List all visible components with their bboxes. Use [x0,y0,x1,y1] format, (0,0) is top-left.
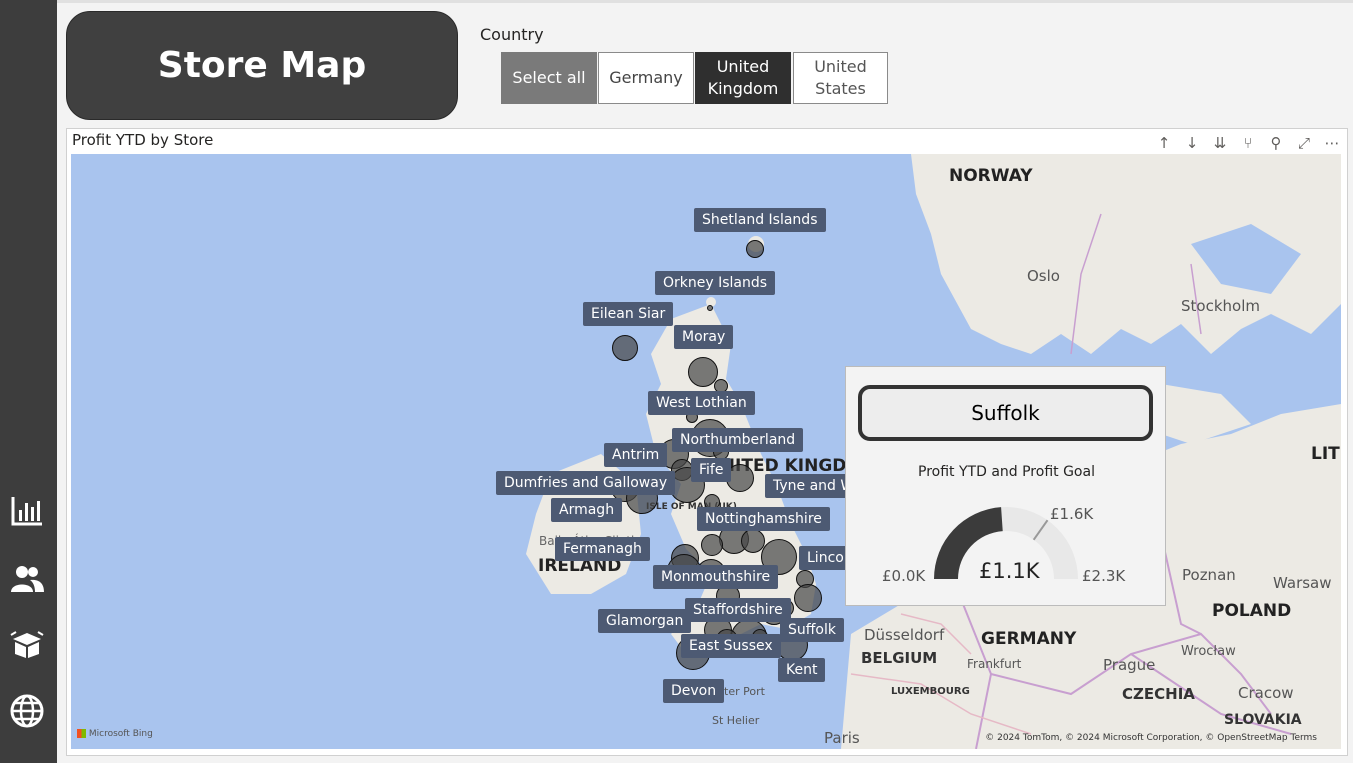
map-label-belgium: BELGIUM [861,649,938,667]
more-options-icon[interactable]: ⋯ [1321,132,1343,154]
region-label-kent[interactable]: Kent [778,658,826,682]
region-label-west-lothian[interactable]: West Lothian [648,391,755,415]
region-label-eilean-siar[interactable]: Eilean Siar [583,302,674,326]
map-label-frankfurt: Frankfurt [967,657,1022,671]
focus-mode-icon[interactable]: ⤢ [1293,132,1315,154]
left-nav-rail [0,0,57,763]
region-label-dumfries-and-galloway[interactable]: Dumfries and Galloway [496,471,676,495]
slicer-option-united-kingdom[interactable]: United Kingdom [695,52,791,104]
drill-up-icon[interactable]: ↑ [1153,132,1175,154]
map-label-paris: Paris [824,729,860,747]
store-bubble[interactable] [794,584,822,612]
map-label-st-helier: St Helier [712,714,760,727]
tooltip-subtitle: Profit YTD and Profit Goal [918,464,1095,480]
region-label-monmouthshire[interactable]: Monmouthshire [653,565,779,589]
map-label-dusseldorf: Düsseldorf [864,626,945,644]
map-tooltip: Suffolk Profit YTD and Profit Goal £0.0K… [845,366,1166,606]
page-title-card: Store Map [66,11,458,120]
globe-icon[interactable] [8,692,46,730]
map-label-stockholm: Stockholm [1181,297,1260,315]
bing-label: Microsoft Bing [88,729,153,739]
map-label-wroclaw: Wrocław [1181,644,1236,659]
tooltip-store-name: Suffolk [858,385,1153,441]
region-label-moray[interactable]: Moray [674,325,734,349]
slicer-option-select-all[interactable]: Select all [501,52,597,104]
region-label-shetland[interactable]: Shetland Islands [694,208,826,232]
region-label-nottinghamshire[interactable]: Nottinghamshire [697,507,830,531]
region-label-armagh[interactable]: Armagh [551,498,623,522]
gauge-max-label: £2.3K [1082,567,1126,585]
region-label-staffordshire[interactable]: Staffordshire [685,598,791,622]
region-label-northumberland[interactable]: Northumberland [672,428,804,452]
visual-toolbar: ↑ ↓ ⇊ ⑂ ⚲ ⤢ ⋯ [1153,132,1343,154]
map-label-czechia: CZECHIA [1122,685,1195,703]
map-label-prague: Prague [1103,656,1156,674]
region-label-antrim[interactable]: Antrim [604,443,668,467]
region-label-fife[interactable]: Fife [691,458,732,482]
visual-title: Profit YTD by Store [72,131,214,149]
map-label-lith: LITH [1311,444,1341,464]
map-label-warsaw: Warsaw [1273,574,1332,592]
gauge-min-label: £0.0K [882,567,926,585]
page-title: Store Map [157,45,367,86]
region-label-devon[interactable]: Devon [663,679,725,703]
gauge-value-label: £1.1K [979,559,1040,583]
drill-down-icon[interactable]: ↓ [1181,132,1203,154]
map-label-cracow: Cracow [1238,684,1294,702]
gauge-target-label: £1.6K [1050,505,1094,523]
map-label-poland: POLAND [1212,601,1292,621]
map-label-norway: NORWAY [949,166,1033,186]
region-label-east-sussex[interactable]: East Sussex [681,634,781,658]
slicer-option-united-states[interactable]: United States [793,52,888,104]
region-label-orkney[interactable]: Orkney Islands [655,271,776,295]
slicer-option-germany[interactable]: Germany [598,52,694,104]
map-label-oslo: Oslo [1027,267,1060,285]
box-icon[interactable] [8,625,46,663]
map-label-germany: GERMANY [981,629,1077,649]
bing-logo: Microsoft Bing [77,729,153,739]
store-bubble[interactable] [701,534,723,556]
map-label-slovakia: SLOVAKIA [1224,712,1302,728]
filter-icon[interactable]: ⚲ [1265,132,1287,154]
top-divider [57,0,1353,3]
region-label-suffolk[interactable]: Suffolk [780,618,844,642]
region-label-fermanagh[interactable]: Fermanagh [555,537,650,561]
map-label-poznan: Poznan [1182,566,1236,584]
store-bubble[interactable] [612,335,638,361]
map-attribution[interactable]: © 2024 TomTom, © 2024 Microsoft Corporat… [985,733,1317,743]
map-label-luxembourg: LUXEMBOURG [891,686,970,697]
country-slicer-label: Country [480,25,544,44]
store-bubble[interactable] [746,240,764,258]
hierarchy-icon[interactable]: ⑂ [1237,132,1259,154]
bar-chart-icon[interactable] [8,492,46,530]
expand-all-icon[interactable]: ⇊ [1209,132,1231,154]
store-bubble[interactable] [707,305,713,311]
region-label-glamorgan[interactable]: Glamorgan [598,609,692,633]
people-icon[interactable] [8,560,46,598]
